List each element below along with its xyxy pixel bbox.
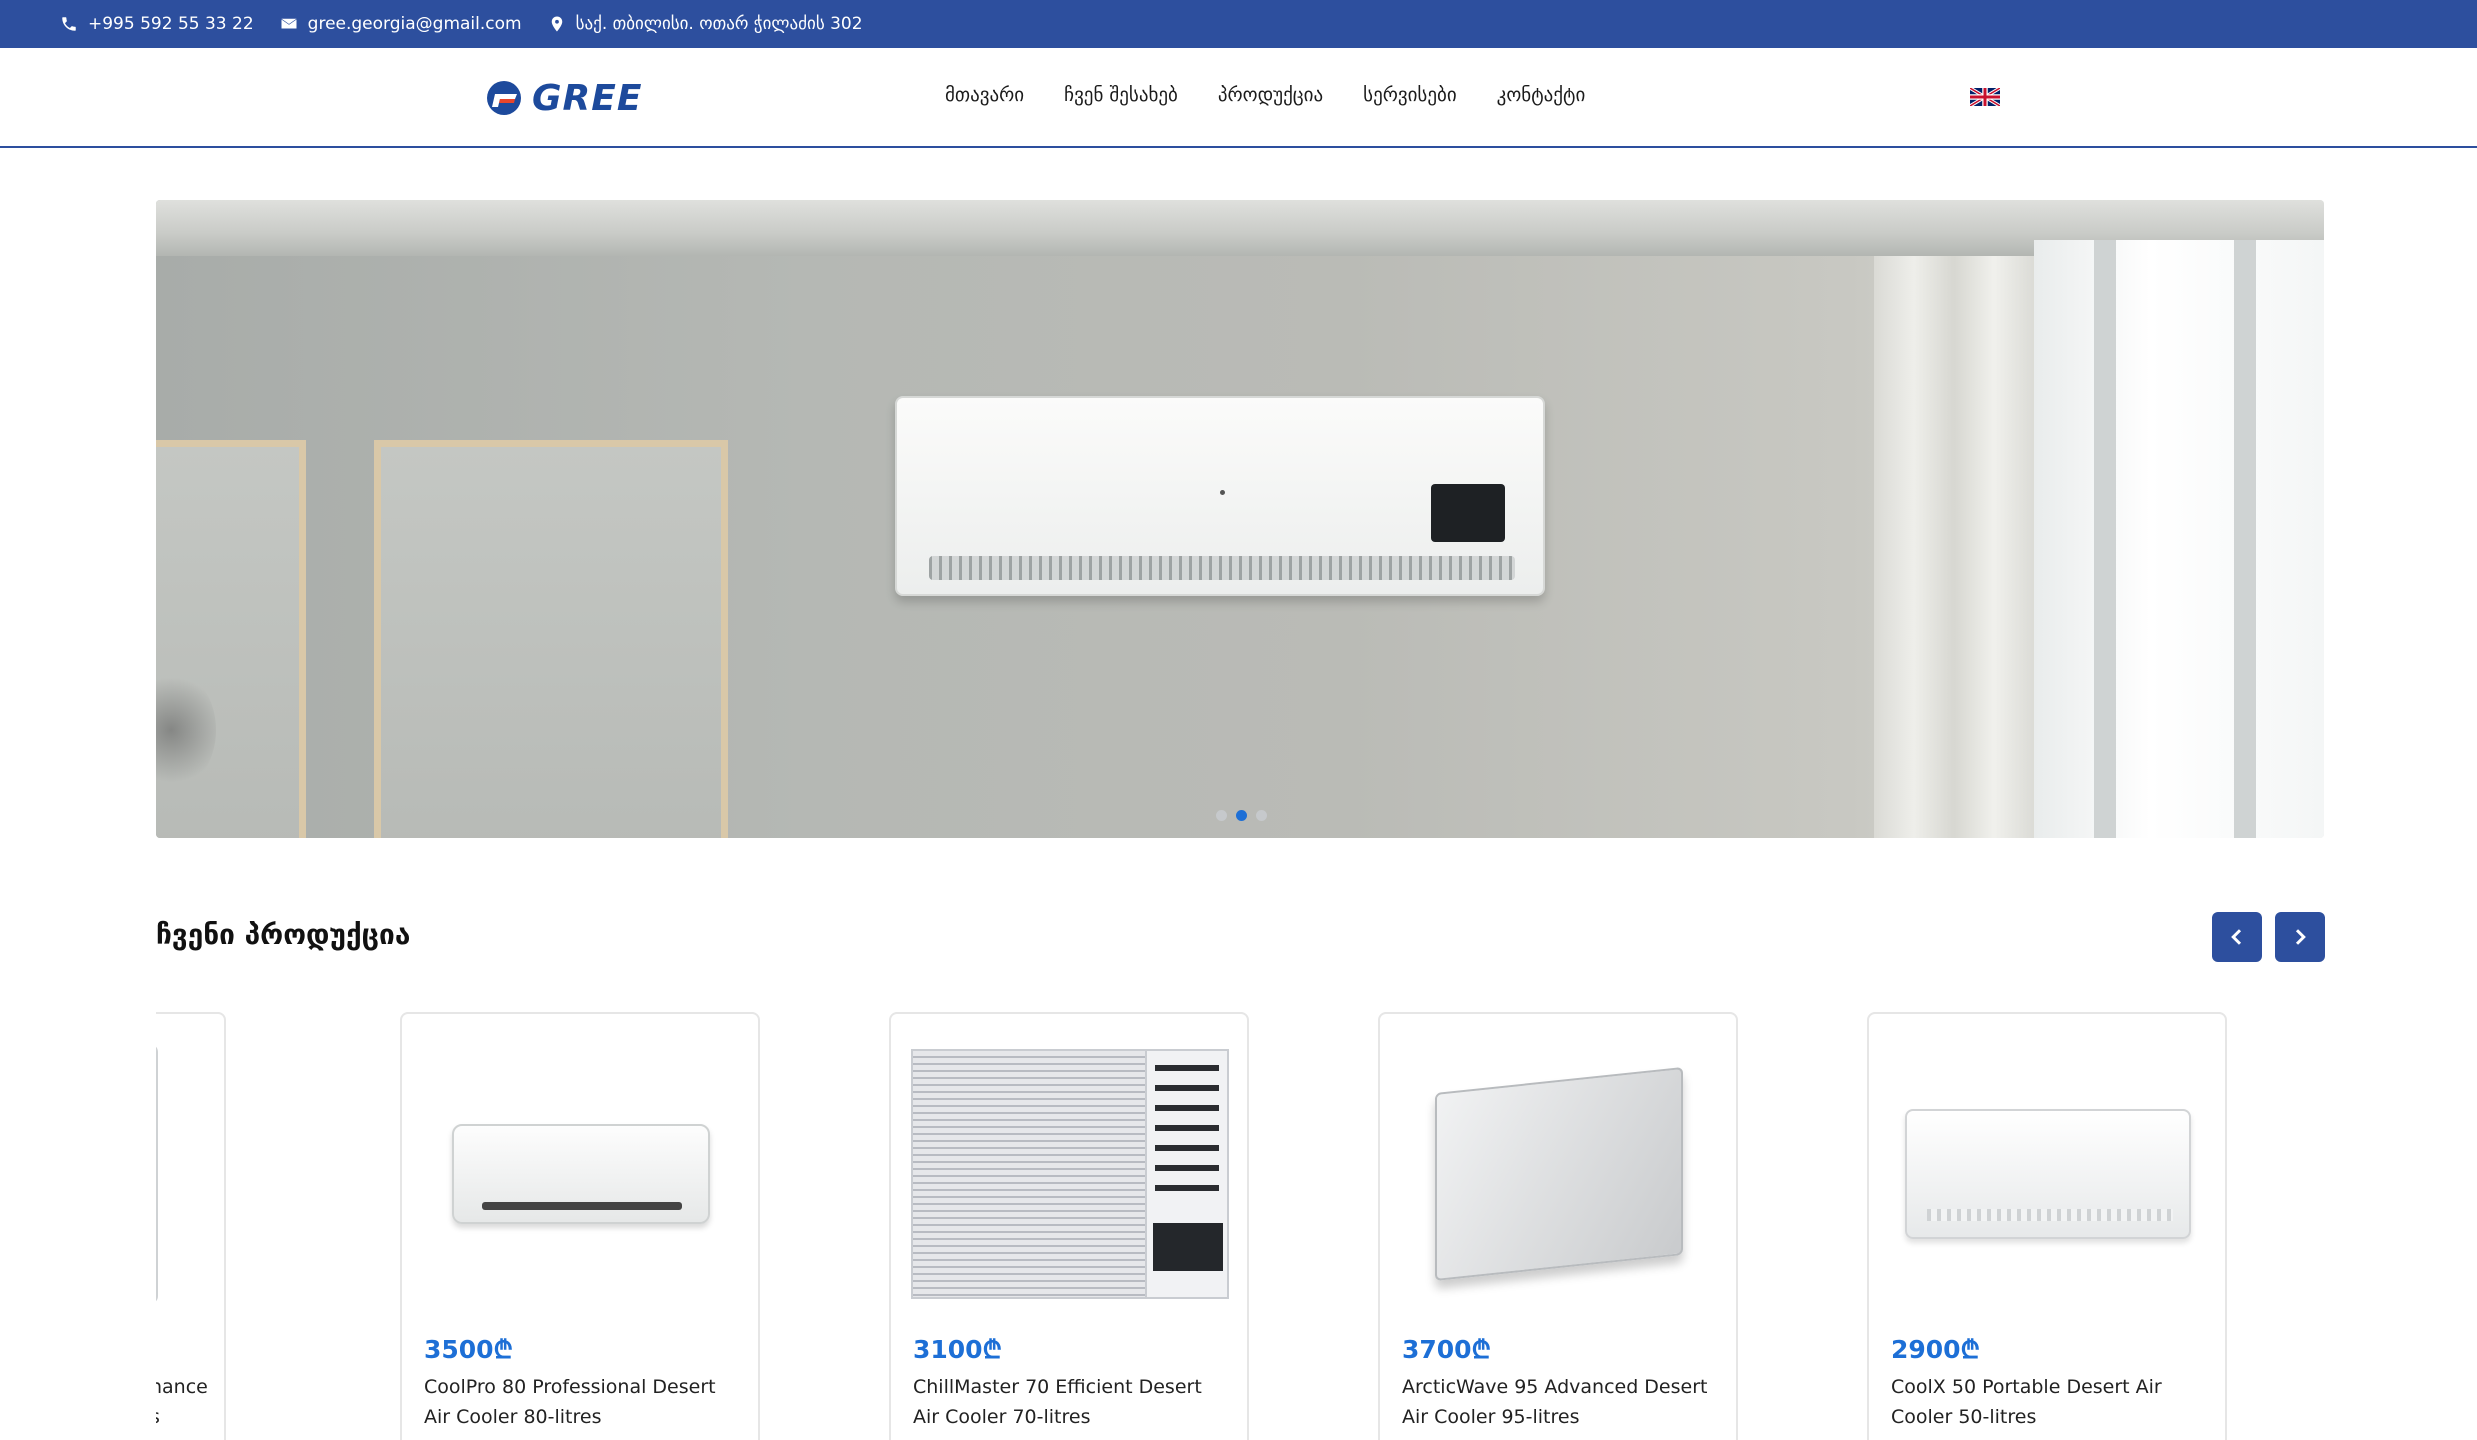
product-card[interactable]: 3500₾ CoolPro 80 Professional Desert Air… xyxy=(400,1012,760,1440)
slider-dot-2[interactable] xyxy=(1236,810,1247,821)
product-name[interactable]: CoolPro 80 Professional Desert Air Coole… xyxy=(424,1372,744,1432)
slider-dot-1[interactable] xyxy=(1216,810,1227,821)
products-prev-button[interactable] xyxy=(2212,912,2262,962)
product-price: 2900₾ xyxy=(1891,1335,1980,1364)
products-next-button[interactable] xyxy=(2275,912,2325,962)
hero-curtain xyxy=(1874,256,2034,838)
main-nav: მთავარი ჩვენ შესახებ პროდუქცია სერვისები… xyxy=(945,84,1585,106)
hero-ac-unit-image xyxy=(895,396,1545,596)
product-price: 3500₾ xyxy=(424,1335,513,1364)
nav-item-contact[interactable]: კონტაქტი xyxy=(1497,84,1586,106)
phone-icon xyxy=(62,17,76,31)
gree-logo-text: GREE xyxy=(532,77,643,119)
hero-wall-frame-right xyxy=(374,440,728,838)
nav-item-products[interactable]: პროდუქცია xyxy=(1218,84,1323,106)
email-text: gree.georgia@gmail.com xyxy=(307,14,522,34)
address-text: საქ. თბილისი. ოთარ ჭილაძის 302 xyxy=(575,14,863,34)
uk-flag-icon[interactable] xyxy=(1970,88,2000,106)
product-name[interactable]: CoolX 50 Portable Desert Air Cooler 50-l… xyxy=(1891,1372,2211,1432)
product-name[interactable]: ChillMaster 70 Efficient Desert Air Cool… xyxy=(913,1372,1233,1432)
nav-item-about[interactable]: ჩვენ შესახებ xyxy=(1064,84,1178,106)
slider-dots xyxy=(1216,810,1267,821)
email-contact[interactable]: gree.georgia@gmail.com xyxy=(280,14,522,34)
address-contact: საქ. თბილისი. ოთარ ჭილაძის 302 xyxy=(548,14,863,34)
top-info-bar: +995 592 55 33 22 gree.georgia@gmail.com… xyxy=(0,0,2477,48)
product-image xyxy=(156,1034,356,1314)
site-header: GREE მთავარი ჩვენ შესახებ პროდუქცია სერვ… xyxy=(0,48,2477,148)
product-price: 3700₾ xyxy=(1402,1335,1491,1364)
hero-window xyxy=(2034,240,2324,838)
product-image xyxy=(1889,1034,2207,1314)
chevron-right-icon xyxy=(2295,929,2306,945)
product-image xyxy=(911,1034,1229,1314)
gree-logo[interactable]: GREE xyxy=(486,77,643,119)
products-carousel: nance s 3500₾ CoolPro 80 Professional De… xyxy=(156,1012,2324,1440)
product-card-partial[interactable]: nance s xyxy=(156,1012,226,1440)
envelope-icon xyxy=(281,18,297,29)
products-section-title: ჩვენი პროდუქცია xyxy=(156,918,411,951)
hero-slider[interactable] xyxy=(156,200,2324,838)
phone-contact[interactable]: +995 592 55 33 22 xyxy=(60,14,254,34)
product-card[interactable]: 3100₾ ChillMaster 70 Efficient Desert Ai… xyxy=(889,1012,1249,1440)
gree-logo-mark-icon xyxy=(487,81,521,115)
phone-text: +995 592 55 33 22 xyxy=(88,14,254,34)
product-name[interactable]: ArcticWave 95 Advanced Desert Air Cooler… xyxy=(1402,1372,1722,1432)
product-image xyxy=(422,1034,740,1314)
product-card[interactable]: 2900₾ CoolX 50 Portable Desert Air Coole… xyxy=(1867,1012,2227,1440)
product-card[interactable]: 3700₾ ArcticWave 95 Advanced Desert Air … xyxy=(1378,1012,1738,1440)
hero-ceiling-molding xyxy=(156,200,2324,256)
map-pin-icon xyxy=(551,16,562,32)
product-image xyxy=(1400,1034,1718,1314)
nav-item-services[interactable]: სერვისები xyxy=(1363,84,1457,106)
chevron-left-icon xyxy=(2231,929,2242,945)
product-price: 3100₾ xyxy=(913,1335,1002,1364)
nav-item-home[interactable]: მთავარი xyxy=(945,84,1024,106)
slider-dot-3[interactable] xyxy=(1256,810,1267,821)
